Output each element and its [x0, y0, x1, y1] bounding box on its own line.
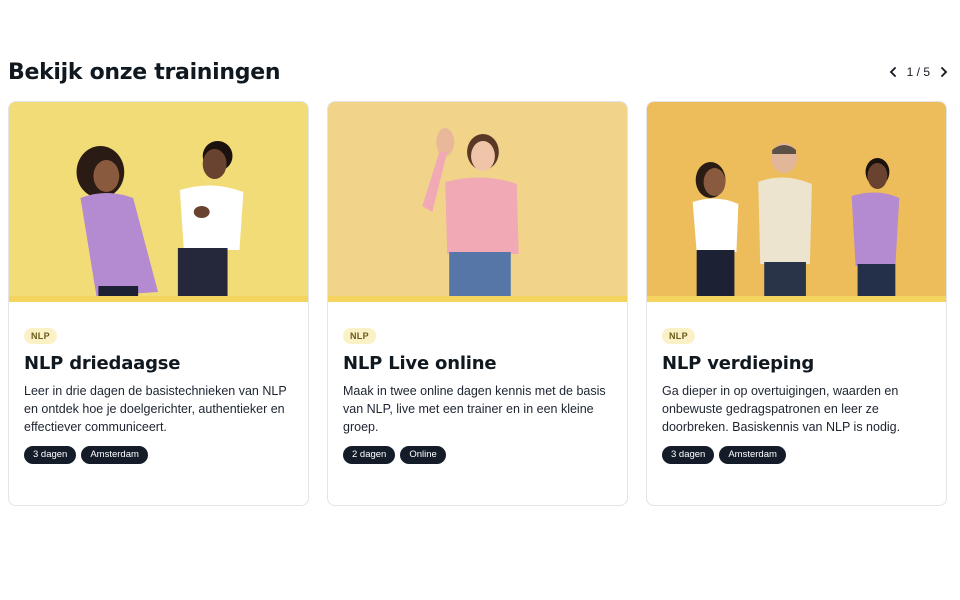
location-chip: Amsterdam — [81, 446, 148, 464]
training-photo — [328, 102, 627, 296]
card-description: Maak in twee online dagen kennis met de … — [343, 384, 606, 434]
card-description: Leer in drie dagen de basistechnieken va… — [24, 384, 287, 434]
trainings-section: Bekijk onze trainingen 1 / 5 NLP NLP dri… — [0, 0, 960, 600]
category-tag: NLP — [24, 328, 57, 344]
card-title[interactable]: NLP verdieping — [662, 352, 931, 376]
training-card[interactable]: NLP NLP verdieping Ga dieper in op overt… — [646, 101, 947, 506]
prev-arrow-icon[interactable] — [887, 64, 899, 80]
next-arrow-icon[interactable] — [938, 64, 950, 80]
training-card[interactable]: NLP NLP Live online Maak in twee online … — [327, 101, 628, 506]
card-title[interactable]: NLP driedaagse — [24, 352, 293, 376]
card-description: Ga dieper in op overtuigingen, waarden e… — [662, 384, 901, 434]
duration-chip: 3 dagen — [662, 446, 715, 464]
location-chip: Online — [400, 446, 446, 464]
pager-label: 1 / 5 — [906, 65, 930, 79]
duration-chip: 2 dagen — [343, 446, 396, 464]
card-title[interactable]: NLP Live online — [343, 352, 612, 376]
training-photo — [9, 102, 308, 296]
carousel-pager: 1 / 5 — [887, 64, 950, 80]
category-tag: NLP — [343, 328, 376, 344]
section-heading: Bekijk onze trainingen — [8, 60, 281, 85]
card-chips: 2 dagen Online — [343, 446, 612, 464]
training-photo — [647, 102, 946, 296]
card-chips: 3 dagen Amsterdam — [662, 446, 931, 464]
location-chip: Amsterdam — [719, 446, 786, 464]
category-tag: NLP — [662, 328, 695, 344]
training-card[interactable]: NLP NLP driedaagse Leer in drie dagen de… — [8, 101, 309, 506]
duration-chip: 3 dagen — [24, 446, 77, 464]
training-cards: NLP NLP driedaagse Leer in drie dagen de… — [8, 101, 947, 506]
card-chips: 3 dagen Amsterdam — [24, 446, 293, 464]
